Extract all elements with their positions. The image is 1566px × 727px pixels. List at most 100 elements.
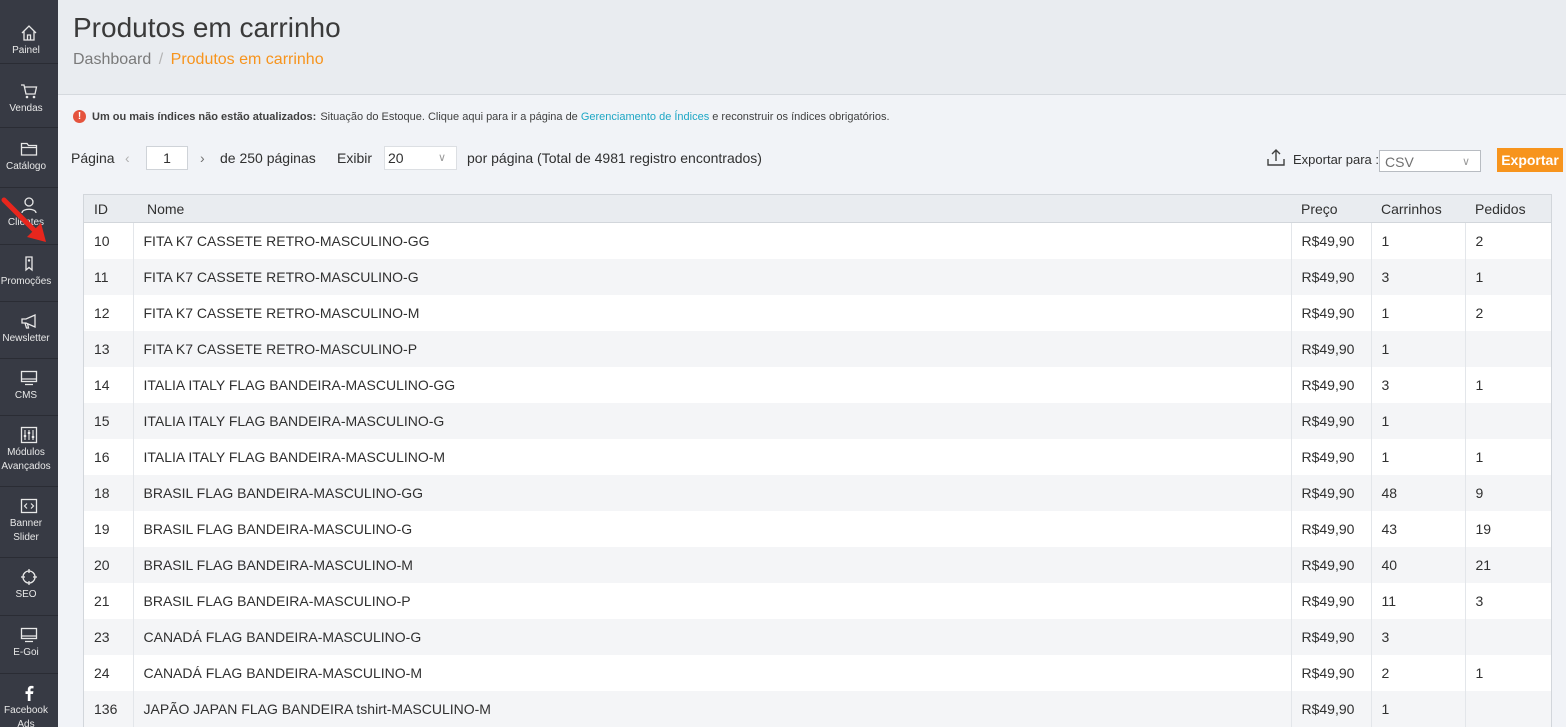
cell-nome: FITA K7 CASSETE RETRO-MASCULINO-P xyxy=(132,331,1291,367)
cell-preco: R$49,90 xyxy=(1290,331,1371,367)
megaphone-icon xyxy=(21,313,36,329)
cell-nome: BRASIL FLAG BANDEIRA-MASCULINO-G xyxy=(132,511,1291,547)
sidebar-item-label: E-Goi xyxy=(13,647,39,658)
cell-nome: JAPÃO JAPAN FLAG BANDEIRA tshirt-MASCULI… xyxy=(132,691,1291,727)
warning-icon: ! xyxy=(73,110,86,123)
sidebar-item-label: Clientes xyxy=(7,217,45,228)
notice-bold-text: Um ou mais índices não estão atualizados… xyxy=(92,110,317,123)
cell-preco: R$49,90 xyxy=(1290,583,1371,619)
chevron-down-icon: ∨ xyxy=(437,152,446,164)
sidebar-item-seo[interactable]: SEO xyxy=(0,558,58,616)
cell-pedidos: 2 xyxy=(1464,295,1551,331)
cell-pedidos xyxy=(1464,691,1551,727)
cell-preco: R$49,90 xyxy=(1290,511,1371,547)
cell-id: 23 xyxy=(84,619,133,655)
table-row[interactable]: 16 ITALIA ITALY FLAG BANDEIRA-MASCULINO-M… xyxy=(84,439,1551,475)
code-icon xyxy=(20,498,38,514)
cell-carrinhos: 3 xyxy=(1370,619,1465,655)
sidebar-item-vendas[interactable]: Vendas xyxy=(0,64,58,128)
cell-nome: CANADÁ FLAG BANDEIRA-MASCULINO-G xyxy=(132,619,1291,655)
total-pages-label: de 250 páginas xyxy=(220,150,316,166)
table-row[interactable]: 21 BRASIL FLAG BANDEIRA-MASCULINO-P R$49,9… xyxy=(84,583,1551,619)
cell-pedidos xyxy=(1464,331,1551,367)
table-header-row: ID Nome Preço Carrinhos Pedidos xyxy=(84,195,1551,223)
table-body: 10 FITA K7 CASSETE RETRO-MASCULINO-GG R$49… xyxy=(84,222,1551,727)
table-row[interactable]: 14 ITALIA ITALY FLAG BANDEIRA-MASCULINO-G… xyxy=(84,367,1551,403)
tag-icon xyxy=(25,256,33,272)
sidebar: Painel Vendas Catálogo Clientes Promoçõe… xyxy=(0,0,58,727)
export-format-value: CSV xyxy=(1385,154,1414,170)
sidebar-item-painel[interactable]: Painel xyxy=(0,0,58,64)
table-row[interactable]: 13 FITA K7 CASSETE RETRO-MASCULINO-P R$49,… xyxy=(84,331,1551,367)
breadcrumb-dashboard-link[interactable]: Dashboard xyxy=(73,51,151,68)
column-header-nome[interactable]: Nome xyxy=(133,195,1291,223)
sidebar-item-label: Vendas xyxy=(9,103,43,114)
cell-pedidos: 1 xyxy=(1464,367,1551,403)
per-page-value: 20 xyxy=(388,150,404,166)
cell-pedidos xyxy=(1464,619,1551,655)
cell-nome: BRASIL FLAG BANDEIRA-MASCULINO-GG xyxy=(132,475,1291,511)
show-label: Exibir xyxy=(337,150,373,166)
sidebar-item-label: Catálogo xyxy=(5,161,47,172)
sidebar-item-cms[interactable]: CMS xyxy=(0,359,58,416)
column-header-id[interactable]: ID xyxy=(84,195,133,223)
table-row[interactable]: 20 BRASIL FLAG BANDEIRA-MASCULINO-M R$49,9… xyxy=(84,547,1551,583)
cell-preco: R$49,90 xyxy=(1290,475,1371,511)
table-row[interactable]: 15 ITALIA ITALY FLAG BANDEIRA-MASCULINO-G… xyxy=(84,403,1551,439)
next-page-icon[interactable]: › xyxy=(200,146,205,170)
table-row[interactable]: 10 FITA K7 CASSETE RETRO-MASCULINO-GG R$49… xyxy=(84,222,1551,259)
cart-icon xyxy=(21,84,38,99)
export-format-select[interactable]: CSV ∨ xyxy=(1379,150,1481,172)
cell-preco: R$49,90 xyxy=(1290,367,1371,403)
table-row[interactable]: 12 FITA K7 CASSETE RETRO-MASCULINO-M R$49,… xyxy=(84,295,1551,331)
index-warning-notice: ! Um ou mais índices não estão atualizad… xyxy=(73,110,890,123)
monitor-icon xyxy=(20,627,38,643)
per-page-select[interactable]: 20 ∨ xyxy=(384,146,457,170)
cell-carrinhos: 1 xyxy=(1370,439,1465,475)
notice-suffix: e reconstruir os índices obrigatórios. xyxy=(712,110,890,123)
cell-id: 10 xyxy=(94,233,110,249)
sidebar-item-label: SEO xyxy=(15,589,37,600)
export-button[interactable]: Exportar xyxy=(1497,148,1563,172)
cell-id: 11 xyxy=(84,259,133,295)
cell-preco: R$49,90 xyxy=(1290,222,1371,259)
sidebar-item-e-goi[interactable]: E-Goi xyxy=(0,616,58,674)
sidebar-item-facebook-ads[interactable]: Facebook Ads xyxy=(0,674,58,727)
cell-id: 15 xyxy=(84,403,133,439)
table-row[interactable]: 18 BRASIL FLAG BANDEIRA-MASCULINO-GG R$49,… xyxy=(84,475,1551,511)
cell-preco: R$49,90 xyxy=(1290,547,1371,583)
cell-nome: ITALIA ITALY FLAG BANDEIRA-MASCULINO-GG xyxy=(132,367,1291,403)
user-icon xyxy=(21,197,37,214)
sidebar-item-label: CMS xyxy=(14,390,38,401)
column-header-preco[interactable]: Preço xyxy=(1291,195,1371,223)
cell-nome: FITA K7 CASSETE RETRO-MASCULINO-M xyxy=(132,295,1291,331)
sidebar-item-banner-slider[interactable]: Banner Slider xyxy=(0,487,58,558)
table-row[interactable]: 24 CANADÁ FLAG BANDEIRA-MASCULINO-M R$49,9… xyxy=(84,655,1551,691)
cell-carrinhos: 11 xyxy=(1370,583,1465,619)
cell-pedidos: 9 xyxy=(1464,475,1551,511)
page-label: Página xyxy=(71,150,115,166)
cell-preco: R$49,90 xyxy=(1290,619,1371,655)
breadcrumb-current: Produtos em carrinho xyxy=(170,51,324,68)
column-header-carrinhos[interactable]: Carrinhos xyxy=(1371,195,1465,223)
table-row[interactable]: 136 JAPÃO JAPAN FLAG BANDEIRA tshirt-MASC… xyxy=(84,691,1551,727)
column-header-pedidos[interactable]: Pedidos xyxy=(1465,195,1551,223)
table-row[interactable]: 23 CANADÁ FLAG BANDEIRA-MASCULINO-G R$49,9… xyxy=(84,619,1551,655)
sidebar-item-catalogo[interactable]: Catálogo xyxy=(0,128,58,188)
index-management-link[interactable]: Gerenciamento de Índices xyxy=(581,111,709,123)
cell-carrinhos: 3 xyxy=(1370,367,1465,403)
cell-pedidos: 2 xyxy=(1464,222,1551,259)
cell-pedidos: 21 xyxy=(1464,547,1551,583)
page-number-input[interactable] xyxy=(146,146,188,170)
monitor-icon xyxy=(20,370,38,386)
sidebar-item-newsletter[interactable]: Newsletter xyxy=(0,302,58,359)
table-row[interactable]: 11 FITA K7 CASSETE RETRO-MASCULINO-G R$49,… xyxy=(84,259,1551,295)
export-label: Exportar para : xyxy=(1293,152,1379,167)
upload-icon[interactable] xyxy=(1266,148,1286,168)
sidebar-item-clientes[interactable]: Clientes xyxy=(0,188,58,245)
previous-page-icon[interactable]: ‹ xyxy=(125,146,130,170)
sidebar-item-promocoes[interactable]: Promoções xyxy=(0,245,58,302)
sidebar-item-modulos-avancados[interactable]: Módulos Avançados xyxy=(0,416,58,487)
table-row[interactable]: 19 BRASIL FLAG BANDEIRA-MASCULINO-G R$49,9… xyxy=(84,511,1551,547)
cell-preco: R$49,90 xyxy=(1290,259,1371,295)
